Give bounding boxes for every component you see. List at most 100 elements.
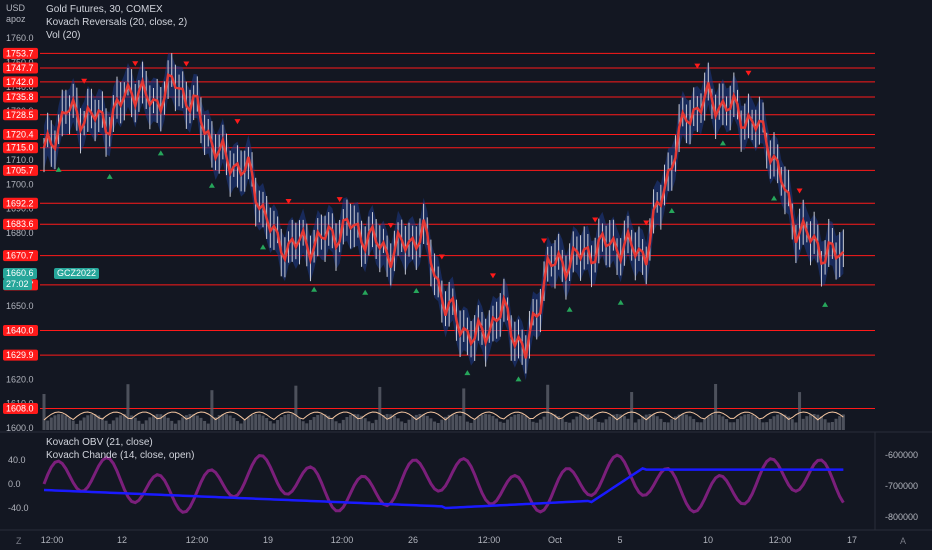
volume-bar: [268, 421, 272, 430]
down-arrow-icon: [796, 188, 803, 194]
volume-bar: [148, 417, 152, 430]
osc-tick-right: -700000: [885, 481, 918, 491]
volume-bar: [170, 420, 174, 430]
zoom-button[interactable]: Z: [16, 536, 22, 546]
volume-bar: [644, 414, 648, 430]
volume-bar: [549, 414, 553, 430]
volume-bar: [652, 414, 656, 430]
time-tick-label: 12:00: [769, 535, 792, 545]
volume-bar: [805, 416, 809, 430]
volume-bar: [801, 418, 805, 430]
volume-bar: [71, 420, 75, 430]
indicator-legend-obv[interactable]: Kovach OBV (21, close): [46, 437, 153, 448]
symbol-legend[interactable]: Gold Futures, 30, COMEX: [46, 4, 163, 15]
indicator-legend-chande[interactable]: Kovach Chande (14, close, open): [46, 450, 194, 461]
volume-bar: [546, 384, 550, 430]
volume-bar: [816, 414, 820, 430]
volume-bar: [794, 422, 798, 430]
volume-bar: [571, 419, 575, 430]
volume-bar: [42, 394, 46, 430]
volume-bar: [210, 390, 214, 430]
volume-bar: [312, 417, 316, 430]
time-tick-label: 19: [263, 535, 273, 545]
volume-bar: [721, 416, 725, 430]
volume-bar: [728, 422, 732, 430]
indicator-legend-volume[interactable]: Vol (20): [46, 30, 80, 41]
volume-bar: [593, 418, 597, 430]
level-label: 1747.7: [6, 63, 34, 73]
volume-bar: [600, 422, 604, 430]
up-arrow-icon: [822, 301, 829, 307]
volume-bar: [349, 414, 353, 430]
chart-canvas[interactable]: 1760.01750.01740.01730.01720.01710.01700…: [0, 0, 932, 550]
time-tick-label: 12:00: [331, 535, 354, 545]
volume-bar: [319, 414, 323, 430]
down-arrow-icon: [643, 220, 650, 226]
volume-bar: [469, 422, 473, 430]
auto-scale-button[interactable]: A: [900, 536, 906, 546]
volume-bar: [608, 416, 612, 430]
up-arrow-icon: [617, 299, 624, 305]
level-label: 1720.4: [6, 130, 34, 140]
volume-bar: [506, 419, 510, 430]
volume-bar: [414, 414, 418, 430]
volume-bar: [695, 422, 699, 430]
volume-bar: [49, 417, 53, 430]
up-arrow-icon: [668, 207, 675, 213]
price-tick-label: 1620.0: [6, 374, 34, 384]
scale-mode-label[interactable]: apoz: [6, 14, 26, 24]
volume-bar: [579, 414, 583, 430]
volume-bar: [403, 423, 407, 430]
up-arrow-icon: [260, 244, 266, 250]
volume-bar: [772, 416, 776, 430]
volume-bar: [750, 414, 754, 430]
volume-bar: [75, 423, 79, 430]
up-arrow-icon: [311, 286, 318, 292]
volume-bar: [586, 414, 590, 430]
volume-bar: [392, 415, 396, 430]
volume-bar: [367, 421, 371, 430]
time-tick-label: 17: [847, 535, 857, 545]
down-arrow-icon: [438, 254, 445, 260]
volume-bar: [633, 422, 637, 430]
volume-bar: [225, 414, 228, 430]
volume-bar: [454, 414, 458, 430]
volume-bar: [283, 415, 287, 430]
volume-bar: [422, 414, 426, 430]
volume-bar: [622, 416, 626, 430]
time-tick-label: 12:00: [186, 535, 209, 545]
down-arrow-icon: [387, 223, 394, 229]
level-label: 1715.0: [6, 143, 34, 153]
volume-bar: [144, 420, 148, 430]
volume-bar: [341, 419, 345, 430]
volume-bar: [495, 418, 499, 430]
volume-bar: [166, 417, 170, 430]
volume-bar: [192, 414, 196, 430]
price-tick-label: 1760.0: [6, 33, 34, 43]
bar-countdown: 27:02: [3, 279, 32, 290]
volume-bar: [155, 414, 159, 430]
volume-bar: [560, 418, 564, 430]
volume-bar: [184, 415, 188, 430]
volume-bar: [173, 423, 177, 430]
volume-bar: [798, 392, 802, 430]
volume-bar: [531, 421, 535, 430]
down-arrow-icon: [183, 61, 190, 67]
volume-bar: [575, 416, 579, 430]
up-arrow-icon: [464, 370, 471, 376]
level-label: 1692.2: [6, 198, 34, 208]
volume-bar: [235, 421, 239, 430]
volume-bar: [46, 420, 50, 430]
volume-bar: [385, 414, 389, 430]
volume-bar: [181, 417, 185, 430]
volume-bar: [119, 415, 123, 430]
volume-bar: [473, 419, 477, 430]
indicator-legend-reversals[interactable]: Kovach Reversals (20, close, 2): [46, 17, 187, 28]
volume-bar: [476, 416, 480, 430]
volume-bar: [790, 419, 794, 430]
volume-bar: [542, 416, 546, 430]
up-arrow-icon: [771, 195, 777, 201]
volume-bar: [706, 416, 710, 430]
up-arrow-icon: [208, 182, 215, 188]
up-arrow-icon: [566, 306, 573, 312]
